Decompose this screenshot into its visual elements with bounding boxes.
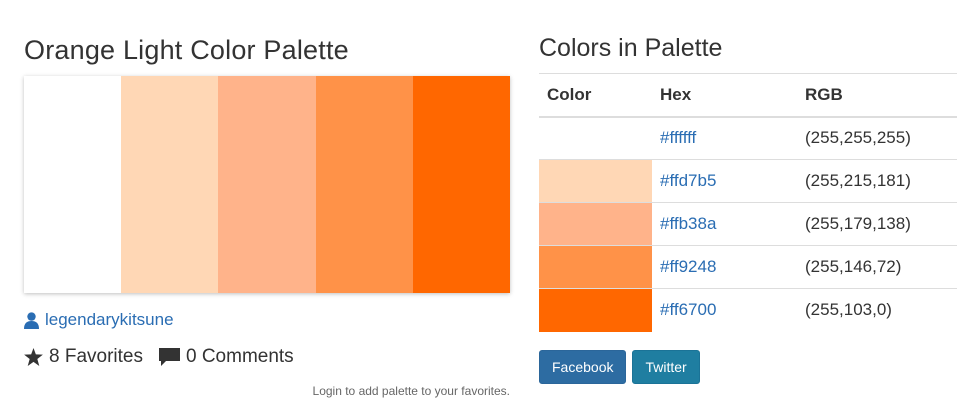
table-row: #ffffff (255,255,255) [539,116,957,160]
hex-cell: #ffb38a [652,202,797,246]
rgb-cell: (255,215,181) [797,159,957,203]
hex-header: Hex [652,73,797,118]
swatch-3[interactable] [218,76,316,293]
palette-stats: 8 Favorites 0 Comments [24,346,294,368]
comment-icon [158,348,180,366]
hex-link[interactable]: #ffb38a [660,214,716,233]
hex-link[interactable]: #ffffff [660,128,696,147]
color-cell [539,116,652,160]
twitter-share-button[interactable]: Twitter [632,350,700,384]
page: Orange Light Color Palette legendarykits… [0,0,957,410]
palette-title: Orange Light Color Palette [24,35,349,65]
hex-link[interactable]: #ff6700 [660,300,716,319]
hex-cell: #ffffff [652,116,797,160]
rgb-header: RGB [797,73,957,118]
palette-swatches [24,76,511,293]
share-buttons: Facebook Twitter [539,350,700,384]
author-name: legendarykitsune [45,310,174,329]
swatch-4[interactable] [315,76,413,293]
comments-count: 0 Comments [185,346,294,367]
table-row: #ffd7b5 (255,215,181) [539,159,957,203]
table-row: #ff9248 (255,146,72) [539,245,957,289]
colors-table: Color Hex RGB #ffffff (255,255,255) #ffd… [539,73,957,332]
color-cell [539,245,652,289]
comments-stat: 0 Comments [158,346,294,368]
favorites-count: 8 Favorites [49,346,143,367]
rgb-cell: (255,103,0) [797,288,957,332]
hex-cell: #ff9248 [652,245,797,289]
rgb-cell: (255,146,72) [797,245,957,289]
rgb-cell: (255,255,255) [797,116,957,160]
hex-cell: #ff6700 [652,288,797,332]
swatch-5[interactable] [412,76,511,293]
color-cell [539,159,652,203]
swatch-2[interactable] [121,76,219,293]
login-note: Login to add palette to your favorites. [312,384,510,398]
table-header-row: Color Hex RGB [539,73,957,118]
facebook-share-button[interactable]: Facebook [539,350,627,384]
hex-link[interactable]: #ff9248 [660,257,716,276]
star-icon [24,348,43,366]
rgb-cell: (255,179,138) [797,202,957,246]
table-row: #ffb38a (255,179,138) [539,202,957,246]
color-cell [539,202,652,246]
table-row: #ff6700 (255,103,0) [539,288,957,332]
hex-link[interactable]: #ffd7b5 [660,171,716,190]
favorites-stat: 8 Favorites [24,346,143,368]
author-link[interactable]: legendarykitsune [24,310,174,330]
color-header: Color [539,73,652,118]
color-cell [539,288,652,332]
swatch-1[interactable] [24,76,122,293]
hex-cell: #ffd7b5 [652,159,797,203]
colors-panel-title: Colors in Palette [539,34,723,62]
user-icon [24,311,39,329]
